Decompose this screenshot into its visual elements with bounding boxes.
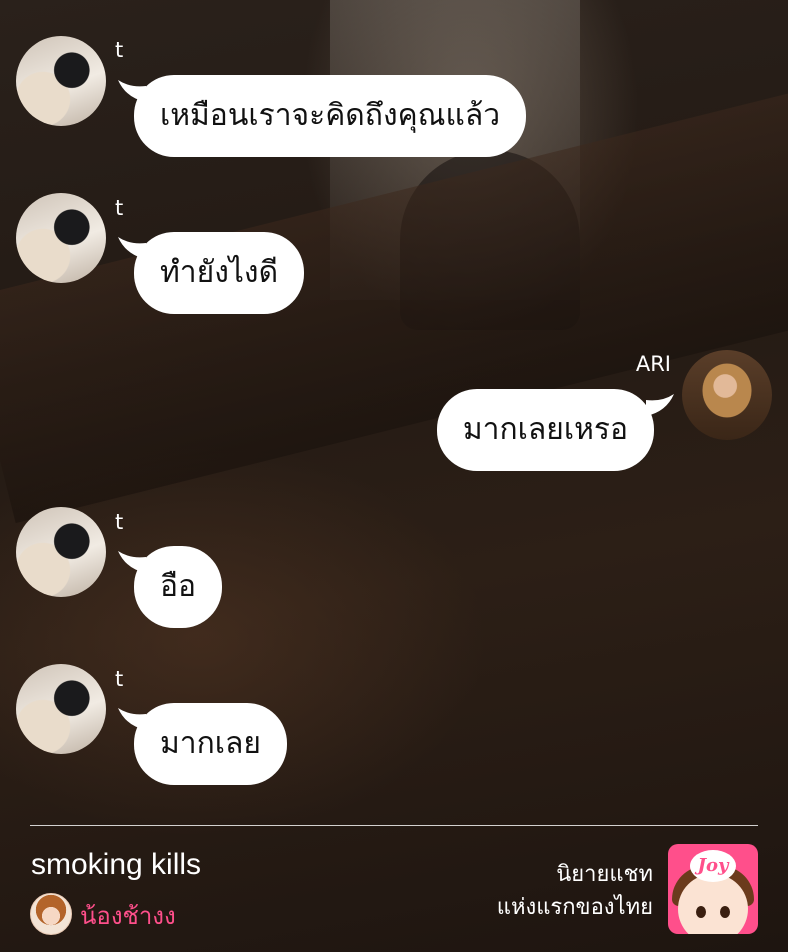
story-title[interactable]: smoking kills [31,848,201,882]
sender-name: t [115,196,124,220]
avatar-t[interactable] [16,36,106,126]
sender-name: ARI [635,352,671,376]
author-avatar[interactable] [30,893,72,935]
message-bubble: ทำยังไงดี [134,232,305,314]
logo-wordmark: Joy [690,850,736,882]
message-bubble: เหมือนเราจะคิดถึงคุณแล้ว [134,75,527,157]
joylada-logo[interactable]: Joy [668,844,758,934]
logo-eye [696,906,706,918]
sender-name: t [115,510,124,534]
tagline-line-2: แห่งแรกของไทย [496,895,653,920]
avatar-t[interactable] [16,507,106,597]
tagline-line-1: นิยายแชท [556,862,653,887]
author-name[interactable]: น้องช้างง [80,896,176,935]
sender-name: t [115,667,124,691]
message-bubble: อือ [134,546,223,628]
message-bubble: มากเลยเหรอ [436,389,654,471]
message-bubble: มากเลย [134,703,288,785]
avatar-t[interactable] [16,664,106,754]
app-tagline: นิยายแชท แห่งแรกของไทย [497,858,653,924]
sender-name: t [115,38,124,62]
logo-eye [720,906,730,918]
avatar-ari[interactable] [682,350,772,440]
avatar-t[interactable] [16,193,106,283]
footer-divider [30,825,758,826]
